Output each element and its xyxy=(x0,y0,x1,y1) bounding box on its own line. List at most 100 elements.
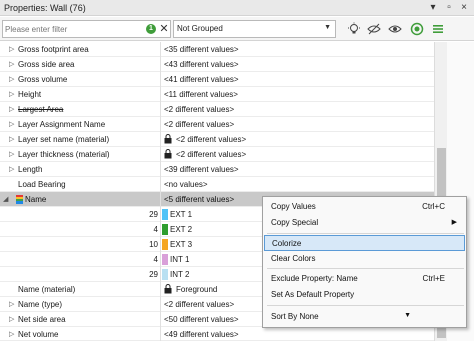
color-swatch xyxy=(162,209,168,220)
filter-count-badge: 1 xyxy=(146,24,156,34)
menu-separator xyxy=(267,233,464,234)
expand-icon[interactable]: ▷ xyxy=(9,75,14,83)
lock-icon xyxy=(164,284,172,294)
toolbar: 1 ✕ Not Grouped ▼ xyxy=(0,17,474,41)
property-row[interactable]: ▷ Layer set name (material) <2 different… xyxy=(0,132,434,147)
property-row[interactable]: ▷ Height <11 different values> xyxy=(0,87,434,102)
colorize-icon xyxy=(16,195,23,204)
property-row[interactable]: ▷ Gross footprint area <35 different val… xyxy=(0,42,434,57)
property-name: Layer thickness (material) xyxy=(18,150,110,159)
menu-item-shortcut: Ctrl+C xyxy=(422,202,445,211)
grouping-dropdown[interactable]: Not Grouped ▼ xyxy=(173,20,336,38)
property-name: Name xyxy=(25,195,47,204)
property-value: <2 different values> xyxy=(176,135,247,144)
expand-icon[interactable]: ▷ xyxy=(9,60,14,68)
expand-icon[interactable]: ▷ xyxy=(9,135,14,143)
property-row[interactable]: ▷ Gross side area <43 different values> xyxy=(0,57,434,72)
property-value: <35 different values> xyxy=(164,45,239,54)
property-value: <49 different values> xyxy=(164,330,239,339)
property-name: Name (material) xyxy=(18,285,76,294)
property-row[interactable]: Load Bearing <no values> xyxy=(0,177,434,192)
property-name: Net volume xyxy=(18,330,59,339)
close-icon[interactable]: × xyxy=(458,2,470,14)
expand-icon[interactable]: ▷ xyxy=(9,300,14,308)
property-row[interactable]: ▷ Layer thickness (material) <2 differen… xyxy=(0,147,434,162)
value-label: EXT 1 xyxy=(170,210,193,219)
expand-icon[interactable]: ▷ xyxy=(9,150,14,158)
property-value: <2 different values> xyxy=(176,150,247,159)
filter-input[interactable] xyxy=(5,22,145,36)
expand-icon[interactable]: ▷ xyxy=(9,330,14,338)
property-name: Name (type) xyxy=(18,300,63,309)
value-count: 29 xyxy=(149,210,158,219)
property-row[interactable]: ▷ Net volume <49 different values> xyxy=(0,327,434,341)
color-swatch xyxy=(162,224,168,235)
property-value: <11 different values> xyxy=(164,90,238,99)
property-value: <41 different values> xyxy=(164,75,239,84)
menu-item-exclude-property[interactable]: Exclude Property: Name Ctrl+E xyxy=(264,271,465,287)
expand-icon[interactable]: ▷ xyxy=(9,120,14,128)
menu-item-label: Clear Colors xyxy=(271,254,316,263)
property-value: <50 different values> xyxy=(164,315,239,324)
menu-separator xyxy=(267,305,464,306)
chevron-down-icon: ▼ xyxy=(324,24,331,31)
value-count: 4 xyxy=(153,255,158,264)
lightbulb-icon[interactable] xyxy=(347,22,361,36)
property-value: <2 different values> xyxy=(164,300,235,309)
expand-icon[interactable]: ▷ xyxy=(9,165,14,173)
value-label: INT 1 xyxy=(170,255,190,264)
value-label: EXT 2 xyxy=(170,225,193,234)
dropdown-icon[interactable]: ▾ xyxy=(427,2,439,14)
menu-item-label: Colorize xyxy=(272,239,302,248)
collapse-icon[interactable]: ◢ xyxy=(3,195,8,203)
property-name: Layer Assignment Name xyxy=(18,120,106,129)
property-row[interactable]: ▷ Layer Assignment Name <2 different val… xyxy=(0,117,434,132)
menu-item-label: Copy Values xyxy=(271,202,316,211)
menu-item-label: Copy Special xyxy=(271,218,319,227)
menu-item-copy-special[interactable]: Copy Special ▶ xyxy=(264,215,465,231)
property-value: <no values> xyxy=(164,180,208,189)
property-name: Load Bearing xyxy=(18,180,66,189)
grouping-value: Not Grouped xyxy=(177,24,223,33)
target-icon[interactable] xyxy=(410,22,424,36)
expand-icon[interactable]: ▷ xyxy=(9,45,14,53)
expand-icon[interactable]: ▷ xyxy=(9,90,14,98)
menu-item-label: Sort By None xyxy=(271,312,319,321)
value-label: INT 2 xyxy=(170,270,190,279)
property-name: Gross footprint area xyxy=(18,45,89,54)
property-name: Height xyxy=(18,90,42,99)
submenu-arrow-icon: ▶ xyxy=(451,219,457,226)
filter-box: 1 ✕ xyxy=(2,20,171,38)
menu-icon[interactable] xyxy=(431,22,445,36)
eye-icon[interactable] xyxy=(388,22,402,36)
expand-icon[interactable]: ▷ xyxy=(9,315,14,323)
property-name: Gross side area xyxy=(18,60,75,69)
property-value: Foreground xyxy=(176,285,218,294)
color-swatch xyxy=(162,269,168,280)
menu-item-clear-colors[interactable]: Clear Colors xyxy=(264,251,465,267)
property-row[interactable]: ▷ Largest Area <2 different values> xyxy=(0,102,434,117)
eye-slash-icon[interactable] xyxy=(367,22,381,36)
pin-icon[interactable]: ▫ xyxy=(443,2,455,14)
menu-item-copy-values[interactable]: Copy Values Ctrl+C xyxy=(264,199,465,215)
expand-icon[interactable]: ▷ xyxy=(9,105,14,113)
menu-item-set-default[interactable]: Set As Default Property xyxy=(264,287,465,303)
value-count: 4 xyxy=(153,225,158,234)
clear-filter-icon[interactable]: ✕ xyxy=(158,22,170,36)
panel-title-bar: Properties: Wall (76) ▾ ▫ × xyxy=(0,0,474,16)
value-label: EXT 3 xyxy=(170,240,193,249)
context-menu: Copy Values Ctrl+C Copy Special ▶ Colori… xyxy=(262,196,467,328)
property-name: Length xyxy=(18,165,43,174)
lock-icon xyxy=(164,134,172,144)
property-row[interactable]: ▷ Gross volume <41 different values> xyxy=(0,72,434,87)
property-name: Largest Area xyxy=(18,105,64,114)
property-name: Net side area xyxy=(18,315,66,324)
menu-item-label: Set As Default Property xyxy=(271,290,355,299)
property-row[interactable]: ▷ Length <39 different values> xyxy=(0,162,434,177)
property-value: <2 different values> xyxy=(164,120,235,129)
value-count: 29 xyxy=(149,270,158,279)
property-value: <5 different values> xyxy=(164,195,235,204)
menu-item-sort-by[interactable]: Sort By None ▼ xyxy=(264,309,465,325)
chevron-down-icon: ▼ xyxy=(404,312,411,319)
menu-item-colorize[interactable]: Colorize xyxy=(264,235,465,251)
